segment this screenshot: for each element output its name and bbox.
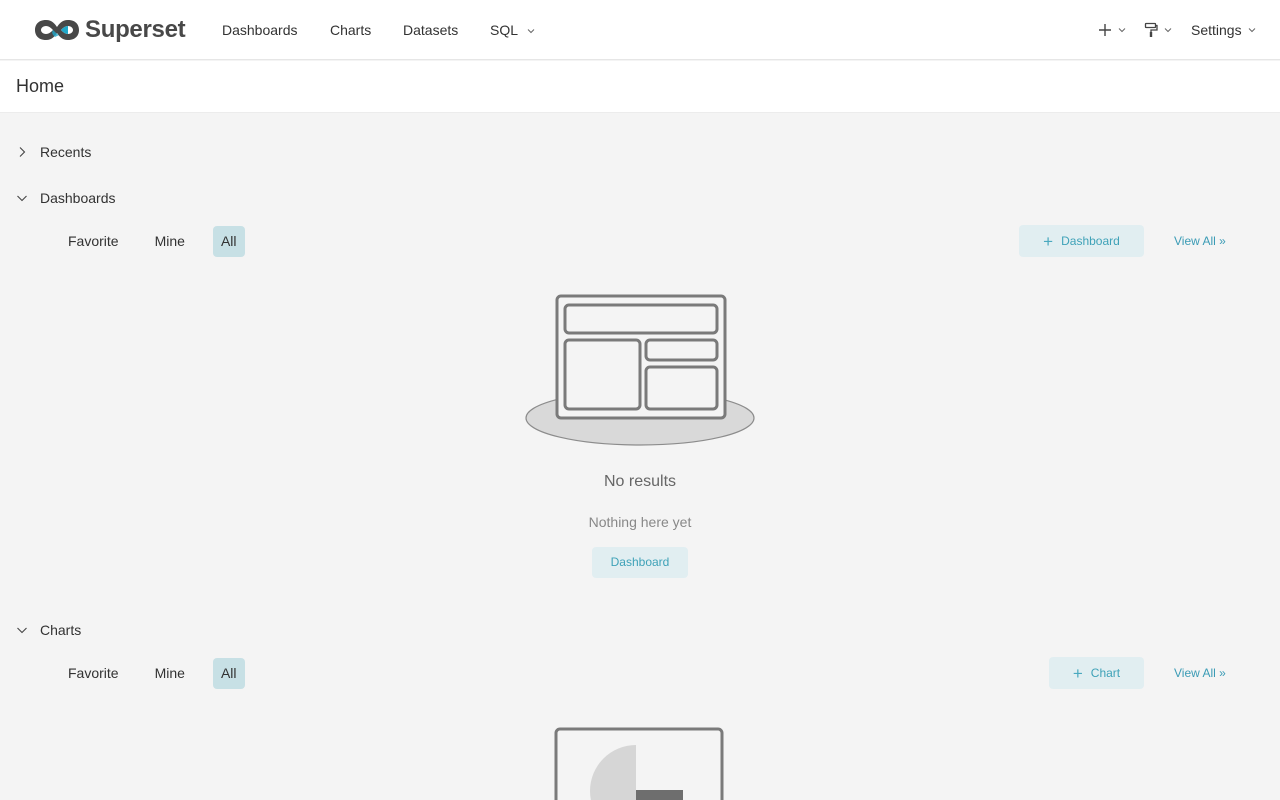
chevron-down-icon [528,29,535,34]
nav-sql-label: SQL [490,22,518,38]
settings-menu[interactable]: Settings [1191,18,1256,42]
chevron-down-icon [1118,28,1126,33]
app-name: Superset [85,16,186,43]
dashboards-view-all-link[interactable]: View All » [1174,234,1226,248]
dashboards-section-header[interactable]: Dashboards [14,190,116,206]
top-navbar: Superset Dashboards Charts Datasets SQL … [0,0,1280,60]
tab-all[interactable]: All [212,226,245,257]
tab-mine[interactable]: Mine [147,226,193,257]
tab-all[interactable]: All [212,658,245,689]
add-dashboard-label: Dashboard [1061,234,1120,248]
charts-section-header[interactable]: Charts [14,622,81,638]
nav-datasets[interactable]: Datasets [403,22,458,38]
tab-favorite[interactable]: Favorite [60,658,127,689]
superset-logo-icon [35,20,79,40]
page-title: Home [16,76,65,96]
theme-menu[interactable] [1144,18,1172,42]
settings-label: Settings [1191,22,1242,38]
add-dashboard-button[interactable]: + Dashboard [1019,225,1144,257]
add-chart-label: Chart [1090,666,1121,680]
dashboards-label: Dashboards [40,190,116,206]
chevron-right-icon [19,147,26,157]
paint-roller-icon [1144,22,1158,37]
charts-tabs: Favorite Mine All [60,658,245,689]
tab-mine[interactable]: Mine [147,658,193,689]
new-menu[interactable] [1098,18,1126,42]
nav-charts[interactable]: Charts [330,22,371,38]
empty-dashboard-illustration [525,294,755,446]
chevron-down-icon [17,627,27,634]
recents-section-header[interactable]: Recents [14,144,91,160]
empty-state-subtitle: Nothing here yet [588,514,692,530]
dashboards-tabs: Favorite Mine All [60,226,245,257]
nav-sql-menu[interactable]: SQL [490,22,535,38]
recents-label: Recents [40,144,92,160]
empty-state-title: No results [603,473,677,490]
page-header: Home [0,61,1280,113]
nav-dashboards[interactable]: Dashboards [222,22,298,38]
tab-favorite[interactable]: Favorite [60,226,127,257]
chevron-down-icon [1164,28,1172,33]
charts-label: Charts [40,622,82,638]
chevron-down-icon [17,195,27,202]
add-chart-button[interactable]: + Chart [1049,657,1144,689]
chevron-down-icon [1248,28,1255,33]
plus-icon: + [1072,663,1083,683]
plus-icon [1099,24,1111,36]
create-dashboard-button[interactable]: Dashboard [592,547,688,578]
plus-icon: + [1043,231,1054,251]
superset-logo[interactable]: Superset [33,15,186,45]
charts-view-all-link[interactable]: View All » [1174,666,1226,680]
empty-chart-illustration [554,727,724,800]
